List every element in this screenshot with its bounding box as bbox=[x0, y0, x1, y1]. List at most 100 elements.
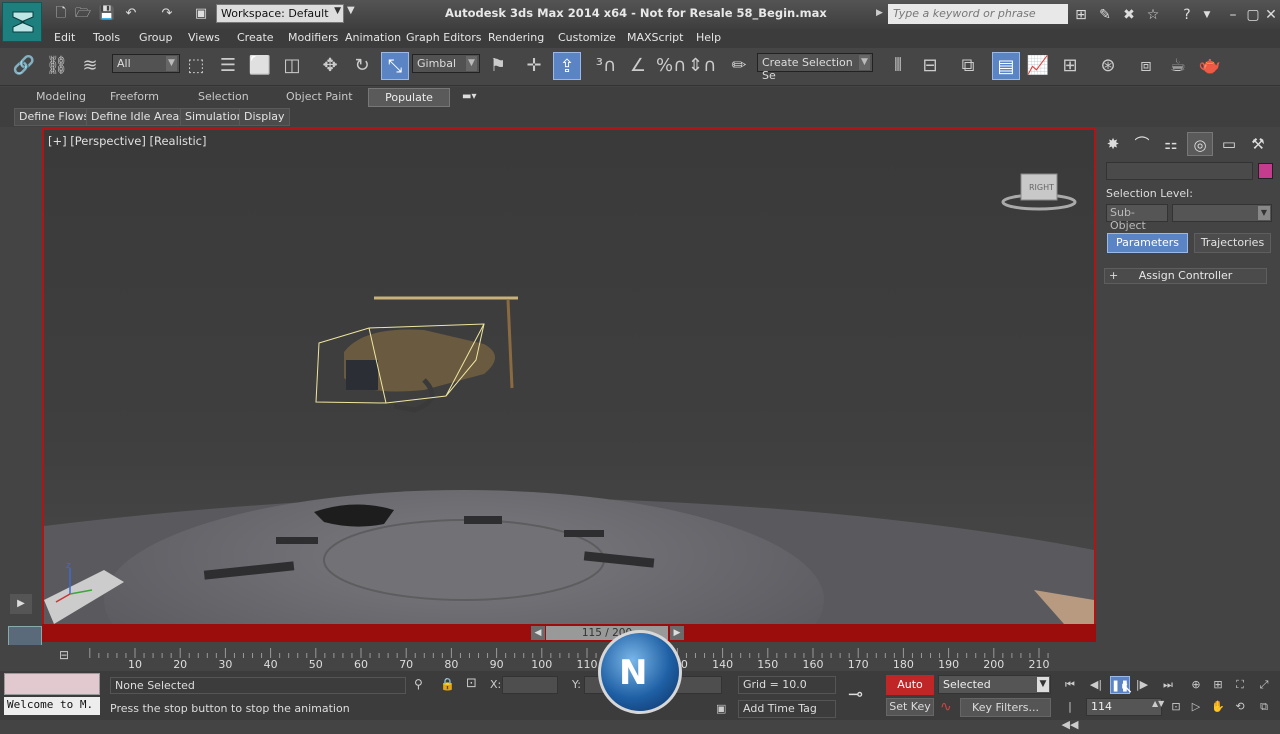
previous-frame-icon[interactable]: ◀| bbox=[1086, 676, 1106, 694]
redo-icon[interactable]: ↷ bbox=[158, 6, 176, 22]
close-window-icon[interactable]: ✕ bbox=[1262, 6, 1280, 24]
layer-manager-icon[interactable]: ⧉ bbox=[954, 52, 982, 80]
quick-access-menu-icon[interactable]: ▼ bbox=[347, 5, 355, 16]
sub-object-button[interactable]: Sub-Object bbox=[1106, 204, 1168, 232]
named-selection-sets-dropdown[interactable]: Create Selection Se ▼ bbox=[757, 53, 873, 82]
menu-modifiers[interactable]: Modifiers bbox=[288, 31, 338, 44]
select-object-icon[interactable]: ⬚ bbox=[182, 52, 210, 80]
trajectories-button[interactable]: Trajectories bbox=[1194, 233, 1271, 253]
curve-editor-icon[interactable]: 📈 bbox=[1024, 52, 1052, 80]
field-of-view-icon[interactable]: ▷ bbox=[1186, 698, 1206, 716]
percent-snap-icon[interactable]: %∩ bbox=[656, 52, 686, 80]
motion-panel-icon[interactable]: ◎ bbox=[1187, 132, 1213, 156]
keyboard-shortcut-override-icon[interactable]: ⇪ bbox=[553, 52, 581, 80]
parameters-button[interactable]: Parameters bbox=[1107, 233, 1188, 253]
render-production-icon[interactable]: 🫖 bbox=[1196, 52, 1224, 80]
pan-view-icon[interactable]: ✋ bbox=[1208, 698, 1228, 716]
go-to-end-icon[interactable]: ⏭ bbox=[1158, 676, 1178, 694]
render-setup-icon[interactable]: ⧈ bbox=[1132, 52, 1160, 80]
help-dropdown-icon[interactable]: ▼ bbox=[1198, 6, 1216, 24]
open-file-icon[interactable]: 🗁 bbox=[74, 6, 92, 22]
pivot-point-center-icon[interactable]: ⚑ bbox=[484, 52, 512, 80]
spinner-snap-icon[interactable]: ⇕∩ bbox=[688, 52, 716, 80]
hierarchy-panel-icon[interactable]: ⚏ bbox=[1158, 132, 1184, 156]
key-filters-button[interactable]: Key Filters... bbox=[960, 698, 1051, 717]
key-mode-toggle-icon[interactable]: |◀◀ bbox=[1060, 698, 1080, 731]
select-and-manipulate-icon[interactable]: ✛ bbox=[520, 52, 548, 80]
add-time-tag-button[interactable]: Add Time Tag bbox=[738, 700, 836, 718]
rendered-frame-window-icon[interactable]: ☕ bbox=[1164, 52, 1192, 80]
sub-object-dropdown[interactable]: ▼ bbox=[1172, 204, 1272, 222]
set-keys-key-icon[interactable]: ⊸ bbox=[848, 684, 863, 705]
menu-views[interactable]: Views bbox=[188, 31, 220, 44]
schematic-view-icon[interactable]: ⊞ bbox=[1056, 52, 1084, 80]
help-icon[interactable]: ? bbox=[1178, 6, 1196, 24]
auto-key-button[interactable]: Auto Key bbox=[886, 675, 934, 710]
create-panel-icon[interactable]: ✸ bbox=[1100, 132, 1126, 156]
tab-selection[interactable]: Selection bbox=[198, 90, 249, 103]
menu-help[interactable]: Help bbox=[696, 31, 721, 44]
maximize-viewport-icon[interactable]: ⧉ bbox=[1254, 698, 1274, 716]
align-icon[interactable]: ⊟ bbox=[916, 52, 944, 80]
menu-customize[interactable]: Customize bbox=[558, 31, 616, 44]
menu-graph-editors[interactable]: Graph Editors bbox=[406, 31, 482, 44]
display-panel-icon[interactable]: ▭ bbox=[1216, 132, 1242, 156]
select-by-name-icon[interactable]: ☰ bbox=[214, 52, 242, 80]
object-color-swatch[interactable] bbox=[1258, 163, 1273, 179]
new-file-icon[interactable]: 🗋 bbox=[52, 6, 70, 22]
perspective-viewport[interactable]: [+] [Perspective] [Realistic] RIGHT z bbox=[42, 128, 1096, 642]
next-frame-icon[interactable]: |▶ bbox=[1132, 676, 1152, 694]
project-folder-icon[interactable]: ▣ bbox=[192, 6, 210, 22]
select-and-scale-icon[interactable]: ⤡ bbox=[381, 52, 409, 80]
unlink-selection-icon[interactable]: ⛓ bbox=[43, 52, 71, 80]
zoom-icon[interactable]: ⊕ bbox=[1186, 676, 1206, 694]
current-frame-field[interactable]: 114 bbox=[1086, 698, 1162, 716]
maxscript-listener-mini[interactable] bbox=[4, 673, 100, 695]
mini-curve-editor-icon[interactable]: ⊟ bbox=[54, 648, 74, 664]
selection-lock-icon[interactable]: 🔒 bbox=[440, 677, 455, 691]
orbit-icon[interactable]: ⟲ bbox=[1230, 698, 1250, 716]
maximize-window-icon[interactable]: ▢ bbox=[1244, 6, 1262, 24]
toggle-scene-explorer-icon[interactable]: ▤ bbox=[992, 52, 1020, 80]
select-and-link-icon[interactable]: 🔗 bbox=[10, 52, 38, 80]
tab-freeform[interactable]: Freeform bbox=[110, 90, 159, 103]
select-and-move-icon[interactable]: ✥ bbox=[316, 52, 344, 80]
go-to-start-icon[interactable]: ⏮ bbox=[1060, 676, 1080, 694]
next-frame-arrow-icon[interactable]: ▶ bbox=[670, 626, 684, 640]
zoom-all-icon[interactable]: ⊞ bbox=[1208, 676, 1228, 694]
key-tangent-icon[interactable]: ∿ bbox=[940, 699, 952, 715]
zoom-extents-icon[interactable]: ⛶ bbox=[1230, 676, 1250, 694]
menu-group[interactable]: Group bbox=[139, 31, 173, 44]
ribbon-options-icon[interactable]: ▬▾ bbox=[462, 91, 476, 102]
undo-icon[interactable]: ↶ bbox=[122, 6, 140, 22]
angle-snap-icon[interactable]: ∠ bbox=[624, 52, 652, 80]
window-crossing-icon[interactable]: ◫ bbox=[278, 52, 306, 80]
search-input[interactable]: Type a keyword or phrase bbox=[888, 4, 1068, 24]
absolute-mode-transform-icon[interactable]: ⊡ bbox=[466, 676, 477, 691]
zoom-extents-all-icon[interactable]: ⤢ bbox=[1254, 676, 1274, 694]
object-name-field[interactable] bbox=[1106, 162, 1253, 180]
menu-animation[interactable]: Animation bbox=[345, 31, 401, 44]
mirror-icon[interactable]: ⫴ bbox=[884, 52, 912, 80]
reference-coordinate-dropdown[interactable]: Gimbal ▼ bbox=[412, 54, 480, 73]
favorites-star-icon[interactable]: ☆ bbox=[1144, 6, 1162, 24]
minimize-window-icon[interactable]: – bbox=[1224, 6, 1242, 24]
binoculars-icon[interactable]: ⊞ bbox=[1072, 6, 1090, 24]
modify-panel-icon[interactable]: ⌒ bbox=[1129, 132, 1155, 156]
save-file-icon[interactable]: 💾 bbox=[98, 6, 116, 22]
bind-to-space-warp-icon[interactable]: ≋ bbox=[76, 52, 104, 80]
expand-search-icon[interactable]: ▶ bbox=[876, 8, 883, 18]
tab-populate[interactable]: Populate bbox=[368, 88, 450, 107]
menu-create[interactable]: Create bbox=[237, 31, 274, 44]
utilities-panel-icon[interactable]: ⚒ bbox=[1245, 132, 1271, 156]
selection-filter-dropdown[interactable]: All ▼ bbox=[112, 54, 180, 73]
menu-rendering[interactable]: Rendering bbox=[488, 31, 544, 44]
previous-frame-arrow-icon[interactable]: ◀ bbox=[531, 626, 545, 640]
maxscript-output[interactable]: Welcome to M. bbox=[4, 697, 100, 715]
select-and-rotate-icon[interactable]: ↻ bbox=[348, 52, 376, 80]
x-coordinate-field[interactable] bbox=[502, 676, 558, 694]
rectangular-selection-icon[interactable]: ⬜ bbox=[246, 52, 274, 80]
display-button[interactable]: Display bbox=[239, 108, 290, 126]
workspace-dropdown[interactable]: Workspace: Default ▼ bbox=[216, 4, 344, 23]
menu-edit[interactable]: Edit bbox=[54, 31, 75, 44]
